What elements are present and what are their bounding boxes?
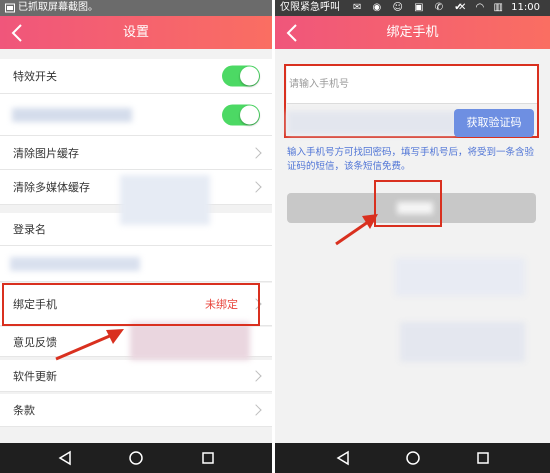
settings-item-terms[interactable]: 条款 (0, 394, 272, 427)
settings-item-label: 绑定手机 (13, 298, 57, 311)
status-text: 已抓取屏幕截图。 (18, 2, 98, 13)
settings-item-label: 意见反馈 (13, 335, 57, 349)
nav-back-icon[interactable] (57, 450, 73, 466)
blurred-content (12, 108, 132, 122)
blurred-content (10, 257, 140, 271)
status-bar: 仅限紧急呼叫 ✉ ◉ ☺ ▣ ✆ ✔ ✕ ◠ ▥ 11:00 (275, 0, 550, 16)
page-title: 设置 (122, 25, 149, 40)
toggle-knob (240, 66, 259, 86)
bind-phone-screen: 仅限紧急呼叫 ✉ ◉ ☺ ▣ ✆ ✔ ✕ ◠ ▥ 11:00 绑定手机 获取验证… (275, 0, 550, 473)
get-code-button[interactable]: 获取验证码 (454, 109, 534, 137)
settings-item-blurred-2[interactable] (0, 246, 272, 282)
verification-code-row: 获取验证码 (287, 109, 538, 139)
phone-input[interactable] (287, 65, 540, 103)
blurred-button-label (397, 202, 433, 214)
status-icons: ✉ ◉ ☺ ▣ ✆ ✔ (353, 2, 467, 13)
settings-item-effects[interactable]: 特效开关 (0, 59, 272, 94)
phone-input-wrapper (287, 65, 540, 104)
hint-text: 输入手机号方可找回密码，填写手机号后，将受到一条含验证码的短信，该条短信免费。 (287, 147, 535, 172)
effects-toggle[interactable] (222, 65, 260, 87)
submit-button[interactable] (287, 193, 536, 223)
nav-home-icon[interactable] (128, 450, 144, 466)
blurred-overlay (395, 258, 525, 296)
settings-item-label: 清除多媒体缓存 (13, 181, 90, 194)
page-title: 绑定手机 (386, 25, 439, 40)
blurred-overlay (120, 175, 210, 225)
blurred-overlay (130, 322, 250, 360)
settings-item-label: 清除图片缓存 (13, 146, 79, 160)
settings-item-blurred[interactable] (0, 94, 272, 136)
nav-recent-icon[interactable] (475, 450, 491, 466)
chevron-right-icon (250, 369, 262, 382)
back-icon[interactable] (283, 22, 303, 44)
settings-item-label: 登录名 (13, 223, 46, 236)
carrier-text: 仅限紧急呼叫 (280, 2, 340, 13)
app-header: 绑定手机 (275, 16, 550, 49)
app-header: 设置 (0, 16, 272, 49)
toggle-knob (240, 105, 259, 124)
settings-item-clear-image-cache[interactable]: 清除图片缓存 (0, 136, 272, 170)
chevron-right-icon (250, 181, 262, 193)
bind-status-value: 未绑定 (205, 298, 238, 311)
nav-home-icon[interactable] (405, 450, 421, 466)
chevron-right-icon (250, 298, 262, 310)
chevron-right-icon (250, 146, 262, 159)
settings-item-label: 软件更新 (13, 369, 57, 383)
nav-recent-icon[interactable] (200, 450, 216, 466)
signal-icons: ✕ ◠ ▥ (458, 2, 506, 13)
back-icon[interactable] (8, 22, 28, 44)
status-bar: 已抓取屏幕截图。 (0, 0, 272, 16)
chevron-right-icon (250, 404, 262, 416)
status-time: 11:00 (511, 2, 540, 13)
blurred-overlay (400, 322, 525, 362)
nav-back-icon[interactable] (335, 450, 351, 466)
settings-item-bind-phone[interactable]: 绑定手机 未绑定 (0, 283, 272, 326)
android-nav-bar (0, 443, 272, 473)
settings-screen: 已抓取屏幕截图。 设置 特效开关 清除图片缓存 清除多媒体缓存 登录名 绑定手机… (0, 0, 272, 473)
screenshot-icon (5, 3, 15, 13)
android-nav-bar (275, 443, 550, 473)
settings-item-label: 特效开关 (13, 70, 57, 83)
blurred-item-toggle[interactable] (222, 104, 260, 125)
blurred-code-input (287, 111, 457, 135)
settings-item-update[interactable]: 软件更新 (0, 360, 272, 392)
settings-item-label: 条款 (13, 404, 35, 417)
